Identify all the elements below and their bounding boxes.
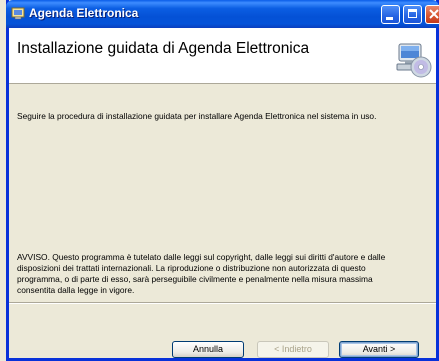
warning-line: AVVISO. Questo programma è tutelato dall… xyxy=(17,252,386,262)
copyright-warning: AVVISO. Questo programma è tutelato dall… xyxy=(17,252,435,296)
maximize-icon xyxy=(408,9,417,18)
next-button[interactable]: Avanti > xyxy=(339,341,419,358)
close-button[interactable] xyxy=(425,5,439,24)
close-icon xyxy=(429,9,439,19)
installer-app-icon xyxy=(11,7,25,20)
title-bar[interactable]: Agenda Elettronica xyxy=(6,0,439,28)
warning-line: disposizioni dei trattati internazionali… xyxy=(17,263,366,273)
back-button[interactable]: < Indietro xyxy=(257,341,329,358)
warning-line: consentita dalla legge in vigore. xyxy=(17,285,135,295)
cancel-button[interactable]: Annulla xyxy=(172,341,244,358)
wizard-header: Installazione guidata di Agenda Elettron… xyxy=(9,28,436,84)
minimize-button[interactable] xyxy=(381,5,400,24)
maximize-button[interactable] xyxy=(403,5,422,24)
wizard-body: Seguire la procedura di installazione gu… xyxy=(9,84,436,301)
footer-divider xyxy=(9,302,436,304)
window-title: Agenda Elettronica xyxy=(29,6,139,20)
warning-line: programma, o di parte di esso, sarà pers… xyxy=(17,274,373,284)
minimize-icon xyxy=(386,17,393,20)
computer-cd-installer-icon xyxy=(396,43,432,78)
page-title: Installazione guidata di Agenda Elettron… xyxy=(17,40,310,57)
installer-window: Agenda Elettronica Installazione guidata… xyxy=(6,0,439,361)
intro-text: Seguire la procedura di installazione gu… xyxy=(17,111,377,121)
